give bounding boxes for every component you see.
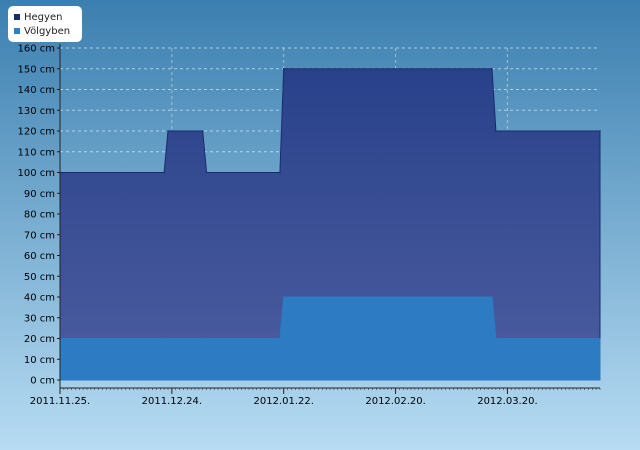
y-tick-label: 0 cm	[30, 376, 55, 387]
x-tick-label: 2011.12.24.	[142, 396, 202, 407]
data-point	[163, 171, 165, 174]
y-tick-label: 40 cm	[24, 293, 55, 304]
y-tick-label: 130 cm	[17, 106, 55, 117]
data-point	[599, 130, 601, 132]
y-tick-label: 90 cm	[24, 189, 55, 200]
x-tick-label: 2012.02.20.	[365, 396, 425, 407]
data-point	[163, 337, 165, 340]
y-tick-label: 20 cm	[24, 334, 55, 345]
x-tick-label: 2012.01.22.	[253, 396, 313, 407]
y-tick-label: 80 cm	[24, 210, 55, 221]
data-point	[599, 337, 601, 340]
y-tick-label: 120 cm	[17, 127, 55, 138]
y-tick-label: 150 cm	[17, 64, 55, 75]
data-point	[495, 130, 497, 132]
data-point	[201, 337, 204, 340]
data-point	[282, 67, 285, 70]
y-tick-label: 100 cm	[17, 168, 55, 179]
y-tick-label: 110 cm	[17, 147, 55, 158]
chart-canvas: 0 cm 10 cm 20 cm 30 cm 40 cm 50 cm 60 cm 70 cm 8…	[0, 0, 640, 450]
y-tick-label: 160 cm	[17, 44, 55, 55]
data-point	[205, 171, 208, 174]
y-tick-label: 140 cm	[17, 85, 55, 96]
legend-swatch-volgyben	[14, 28, 20, 34]
data-point	[201, 130, 204, 132]
legend-swatch-hegyen	[14, 14, 20, 20]
snow-depth-chart: 0 cm 10 cm 20 cm 30 cm 40 cm 50 cm 60 cm 70 cm 8…	[0, 0, 640, 450]
y-tick-label: 70 cm	[24, 230, 55, 241]
data-point	[491, 67, 493, 70]
legend-label-hegyen: Hegyen	[24, 11, 63, 23]
y-tick-label: 30 cm	[24, 313, 55, 324]
data-point	[495, 337, 497, 340]
legend: Hegyen Völgyben	[8, 6, 82, 42]
y-tick-label: 50 cm	[24, 272, 55, 283]
legend-label-volgyben: Völgyben	[24, 25, 71, 37]
data-point	[279, 171, 281, 174]
y-tick-label: 10 cm	[24, 355, 55, 366]
data-point	[205, 337, 208, 340]
data-point	[491, 296, 493, 298]
data-point	[167, 337, 169, 340]
legend-item-volgyben: Völgyben	[14, 24, 82, 38]
data-point	[167, 130, 169, 132]
data-point	[282, 296, 285, 298]
legend-item-hegyen: Hegyen	[14, 10, 82, 24]
data-point	[279, 337, 281, 340]
x-tick-label: 2011.11.25.	[30, 396, 90, 407]
x-tick-label: 2012.03.20.	[477, 396, 537, 407]
y-tick-label: 60 cm	[24, 251, 55, 262]
